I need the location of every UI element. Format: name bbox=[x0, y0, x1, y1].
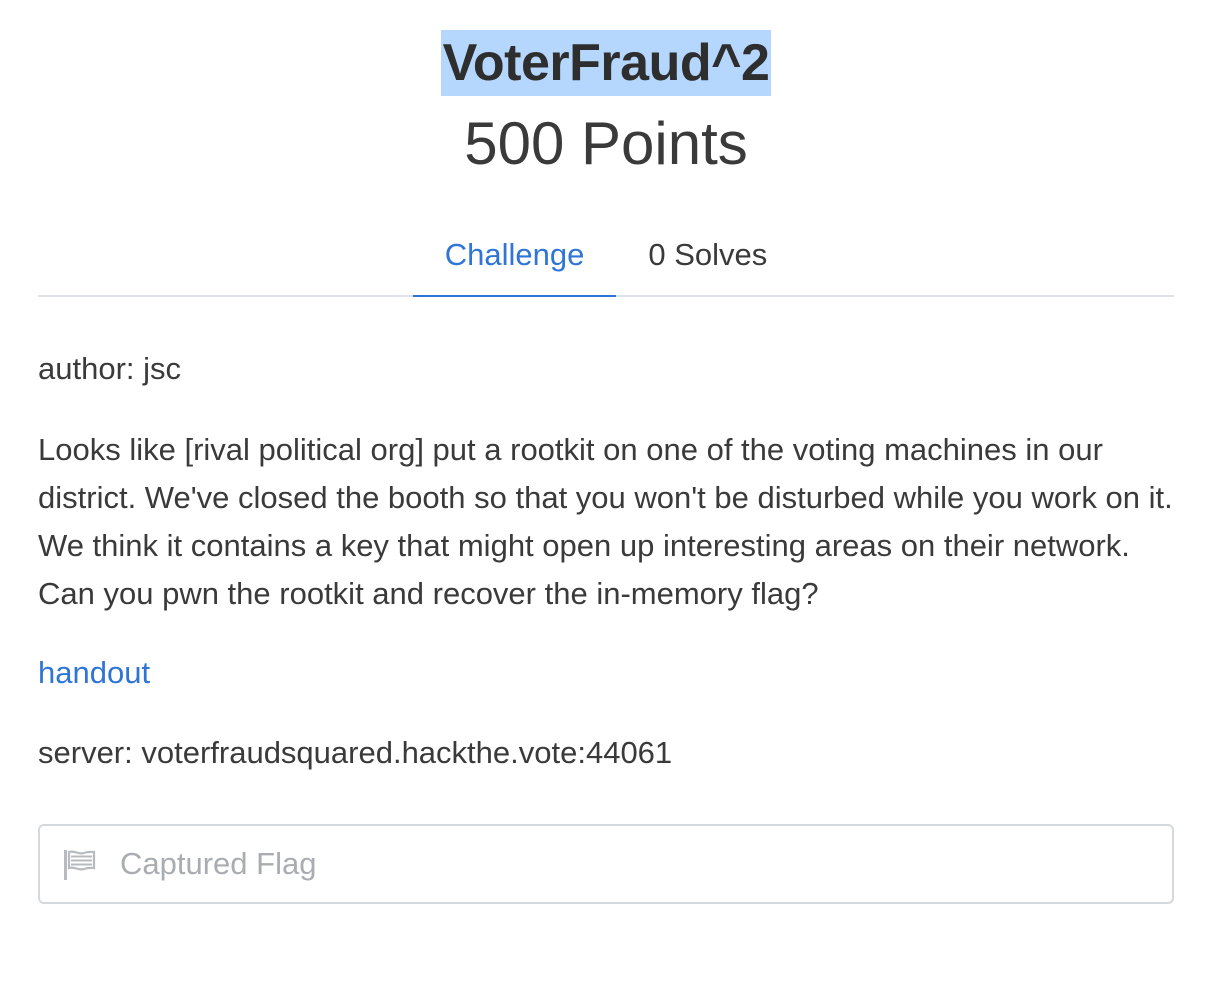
challenge-description: Looks like [rival political org] put a r… bbox=[38, 432, 1173, 611]
challenge-server: server: voterfraudsquared.hackthe.vote:4… bbox=[38, 735, 673, 770]
challenge-tabs: Challenge 0 Solves bbox=[38, 222, 1174, 297]
handout-link[interactable]: handout bbox=[38, 651, 150, 695]
flag-input[interactable] bbox=[120, 826, 1160, 902]
tab-solves[interactable]: 0 Solves bbox=[616, 222, 799, 295]
challenge-points: 500 Points bbox=[464, 110, 748, 177]
challenge-author: author: jsc bbox=[38, 351, 182, 386]
flag-input-group bbox=[38, 824, 1174, 904]
title-wrapper: VoterFraud^2 bbox=[38, 30, 1174, 96]
challenge-title: VoterFraud^2 bbox=[440, 30, 772, 96]
challenge-page: VoterFraud^2 500 Points Challenge 0 Solv… bbox=[38, 0, 1174, 982]
tab-challenge[interactable]: Challenge bbox=[412, 222, 617, 297]
flag-icon bbox=[62, 848, 96, 882]
